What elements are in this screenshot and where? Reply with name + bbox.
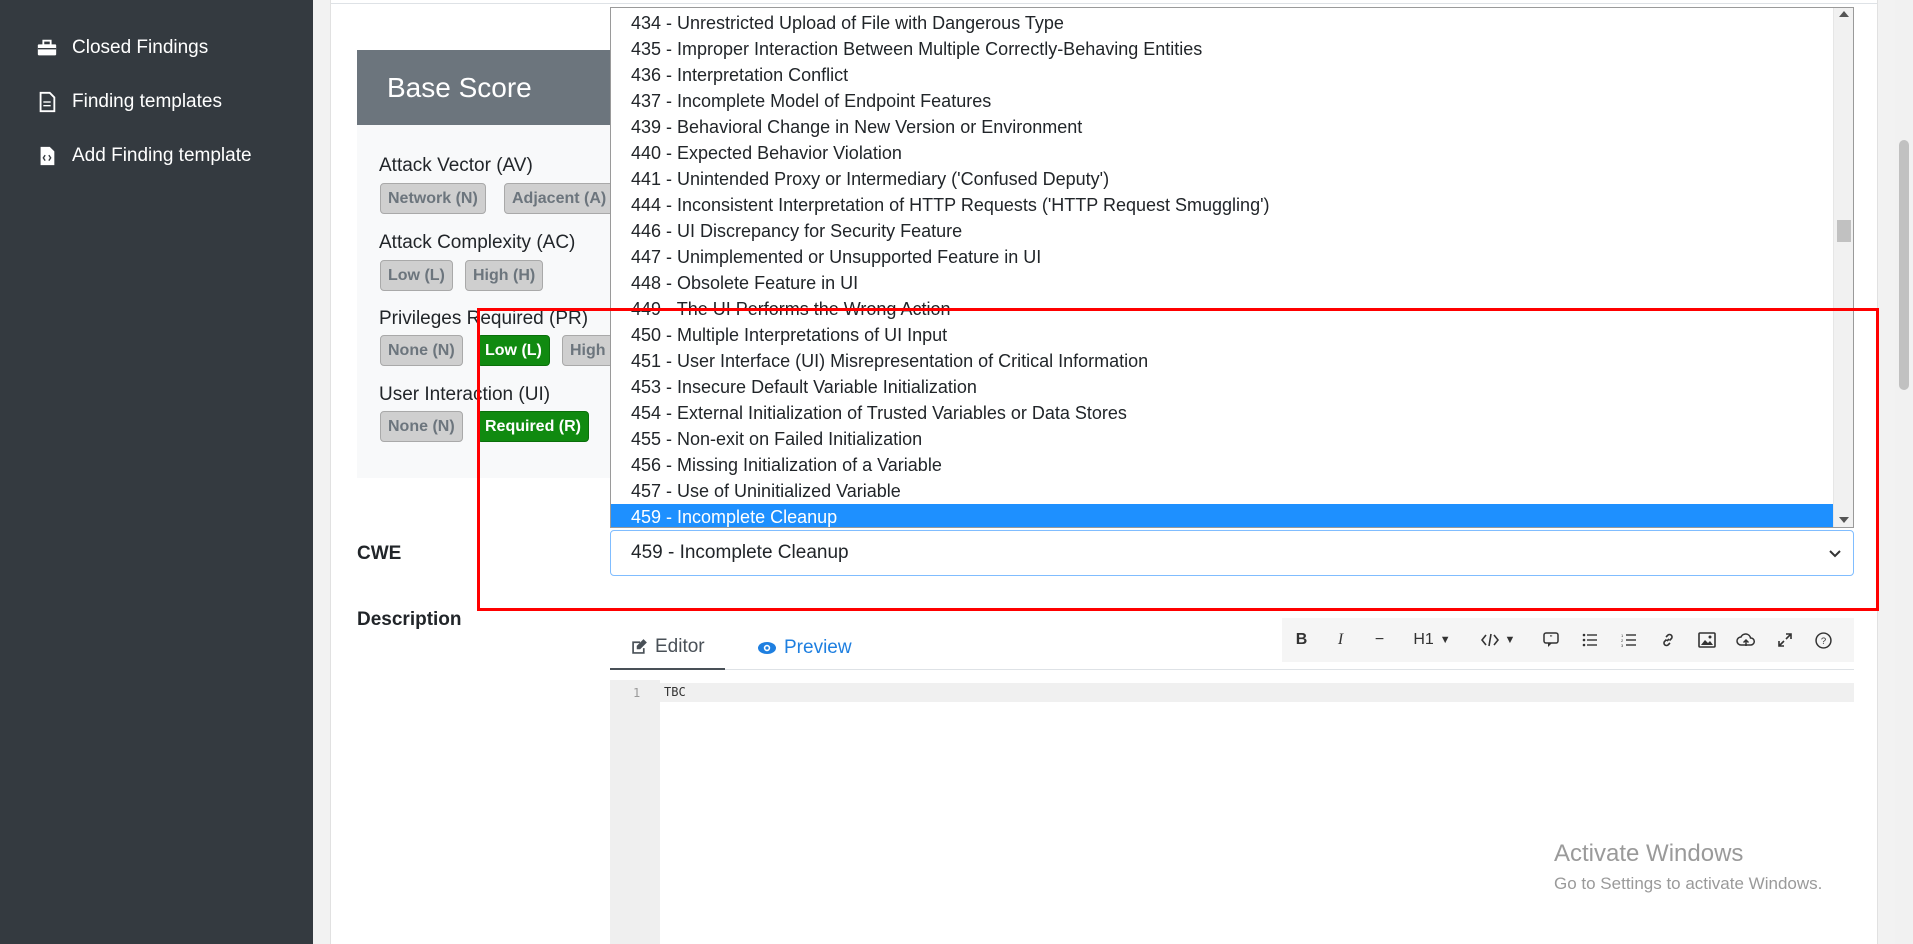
code-dropdown[interactable]: ▼ (1465, 621, 1531, 659)
cwe-select[interactable]: 459 - Incomplete Cleanup (610, 530, 1854, 576)
page-scrollbar-thumb[interactable] (1899, 140, 1909, 390)
editor-toolbar: B I − H1 ▼ ▼ " 123 ? (1282, 618, 1854, 662)
ui-none-button[interactable]: None (N) (380, 411, 463, 442)
code-file-icon (40, 146, 55, 166)
cwe-option[interactable]: 441 - Unintended Proxy or Intermediary (… (611, 166, 1853, 192)
cwe-option[interactable]: 439 - Behavioral Change in New Version o… (611, 114, 1853, 140)
cwe-option[interactable]: 436 - Interpretation Conflict (611, 62, 1853, 88)
content-edge (313, 0, 331, 944)
privileges-required-label: Privileges Required (PR) (379, 308, 589, 329)
svg-text:": " (1549, 634, 1552, 643)
av-network-button[interactable]: Network (N) (380, 183, 486, 214)
attack-vector-label: Attack Vector (AV) (379, 155, 533, 176)
scroll-down-arrow-icon[interactable] (1839, 517, 1849, 523)
cwe-option[interactable]: 453 - Insecure Default Variable Initiali… (611, 374, 1853, 400)
cwe-option[interactable]: 448 - Obsolete Feature in UI (611, 270, 1853, 296)
ordered-list-icon[interactable]: 123 (1609, 621, 1648, 659)
av-adjacent-button[interactable]: Adjacent (A) (504, 183, 615, 214)
eye-icon (758, 641, 776, 654)
dropdown-scrollbar[interactable] (1833, 8, 1853, 527)
edit-icon (632, 638, 647, 654)
ac-low-button[interactable]: Low (L) (380, 260, 453, 291)
editor-gutter (610, 680, 660, 944)
sidebar-item-closed-findings[interactable]: Closed Findings (36, 33, 208, 63)
cwe-select-value: 459 - Incomplete Cleanup (631, 542, 849, 563)
content-top-border (331, 0, 1877, 4)
cwe-dropdown-list[interactable]: 434 - Unrestricted Upload of File with D… (610, 7, 1854, 528)
cwe-option-selected[interactable]: 459 - Incomplete Cleanup (611, 504, 1853, 527)
upload-cloud-icon[interactable] (1726, 621, 1765, 659)
heading-dropdown[interactable]: H1 ▼ (1399, 621, 1465, 659)
help-icon[interactable]: ? (1804, 621, 1843, 659)
tab-preview-label: Preview (784, 636, 852, 658)
cwe-option[interactable]: 450 - Multiple Interpretations of UI Inp… (611, 322, 1853, 348)
base-score-title: Base Score (357, 50, 621, 125)
sidebar-item-finding-templates[interactable]: Finding templates (36, 87, 222, 117)
content-right-edge (1877, 0, 1895, 944)
bold-icon[interactable]: B (1282, 621, 1321, 659)
scroll-up-arrow-icon[interactable] (1839, 11, 1849, 17)
toolbox-icon (37, 39, 57, 56)
link-icon[interactable] (1648, 621, 1687, 659)
cwe-option[interactable]: 434 - Unrestricted Upload of File with D… (611, 10, 1853, 36)
cwe-option[interactable]: 454 - External Initialization of Trusted… (611, 400, 1853, 426)
base-score-card: Base Score Attack Vector (AV) Network (N… (357, 50, 621, 478)
cwe-label: CWE (357, 543, 402, 564)
tab-editor[interactable]: Editor (610, 625, 725, 670)
pr-none-button[interactable]: None (N) (380, 335, 463, 366)
dropdown-scrollbar-thumb[interactable] (1837, 220, 1851, 242)
heading-label: H1 (1413, 631, 1434, 648)
cwe-option[interactable]: 455 - Non-exit on Failed Initialization (611, 426, 1853, 452)
cwe-option[interactable]: 456 - Missing Initialization of a Variab… (611, 452, 1853, 478)
italic-icon[interactable]: I (1321, 621, 1360, 659)
sidebar-item-label: Closed Findings (72, 37, 209, 58)
sidebar: Closed Findings Finding templates Add Fi… (0, 0, 313, 944)
code-icon (1480, 633, 1499, 647)
cwe-option[interactable]: 457 - Use of Uninitialized Variable (611, 478, 1853, 504)
cwe-option[interactable]: 435 - Improper Interaction Between Multi… (611, 36, 1853, 62)
strikethrough-icon[interactable]: − (1360, 621, 1399, 659)
cwe-option[interactable]: 444 - Inconsistent Interpretation of HTT… (611, 192, 1853, 218)
cwe-option[interactable]: 447 - Unimplemented or Unsupported Featu… (611, 244, 1853, 270)
document-icon (39, 91, 56, 113)
pr-high-button[interactable]: High (562, 335, 614, 366)
quote-icon[interactable]: " (1531, 621, 1570, 659)
svg-text:3: 3 (1621, 643, 1624, 647)
cwe-option[interactable]: 446 - UI Discrepancy for Security Featur… (611, 218, 1853, 244)
tab-editor-label: Editor (655, 635, 705, 657)
pr-low-button[interactable]: Low (L) (477, 335, 550, 366)
sidebar-item-add-finding-template[interactable]: Add Finding template (36, 141, 252, 171)
sidebar-item-label: Add Finding template (72, 145, 252, 166)
caret-down-icon: ▼ (1439, 634, 1451, 646)
cwe-option[interactable]: 440 - Expected Behavior Violation (611, 140, 1853, 166)
watermark-subtitle: Go to Settings to activate Windows. (1554, 874, 1823, 893)
editor-textarea[interactable] (660, 702, 1854, 944)
page-scrollbar[interactable] (1895, 0, 1913, 944)
editor-content[interactable]: TBC (660, 683, 1854, 702)
watermark-title: Activate Windows (1554, 840, 1744, 867)
line-number: 1 (633, 686, 641, 700)
unordered-list-icon[interactable] (1570, 621, 1609, 659)
cwe-option[interactable]: 451 - User Interface (UI) Misrepresentat… (611, 348, 1853, 374)
cwe-option[interactable]: 437 - Incomplete Model of Endpoint Featu… (611, 88, 1853, 114)
caret-down-icon: ▼ (1504, 634, 1516, 646)
attack-complexity-label: Attack Complexity (AC) (379, 232, 576, 253)
description-label: Description (357, 609, 462, 630)
chevron-down-icon (1829, 550, 1841, 558)
fullscreen-icon[interactable] (1765, 621, 1804, 659)
image-icon[interactable] (1687, 621, 1726, 659)
tab-preview[interactable]: Preview (747, 625, 862, 670)
ac-high-button[interactable]: High (H) (465, 260, 544, 291)
sidebar-item-label: Finding templates (72, 91, 222, 112)
user-interaction-label: User Interaction (UI) (379, 384, 551, 405)
cwe-option[interactable]: 449 - The UI Performs the Wrong Action (611, 296, 1853, 322)
windows-activation-watermark: Activate Windows Go to Settings to activ… (1554, 840, 1822, 894)
ui-required-button[interactable]: Required (R) (477, 411, 589, 442)
svg-text:?: ? (1821, 636, 1826, 647)
